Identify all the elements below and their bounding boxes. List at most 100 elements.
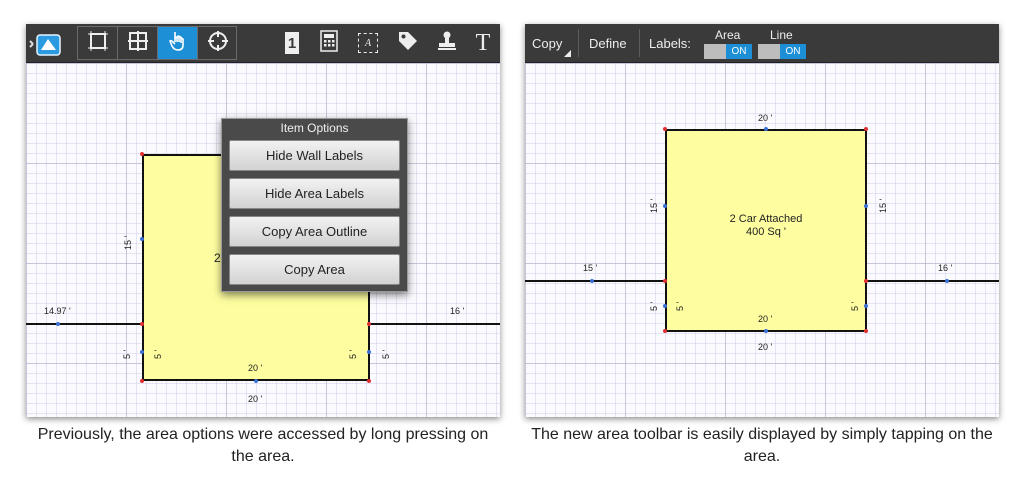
stamp-icon bbox=[436, 30, 458, 57]
midpoint-handle[interactable] bbox=[764, 127, 768, 131]
number-button[interactable]: 1 bbox=[280, 30, 304, 56]
corner-handle[interactable] bbox=[367, 379, 371, 383]
dimension-label: 5 ' bbox=[153, 349, 163, 359]
midpoint-handle[interactable] bbox=[140, 350, 144, 354]
dimension-label: 5 ' bbox=[348, 349, 358, 359]
hand-pointer-icon bbox=[167, 29, 189, 58]
corner-handle[interactable] bbox=[140, 379, 144, 383]
dimension-label: 15 ' bbox=[878, 198, 888, 213]
corner-handle[interactable] bbox=[140, 152, 144, 156]
dimension-label: 20 ' bbox=[758, 113, 773, 123]
dimension-label: 5 ' bbox=[649, 301, 659, 311]
dimension-label: 15 ' bbox=[583, 263, 598, 273]
right-wall-line bbox=[369, 323, 500, 325]
stamp-button[interactable] bbox=[434, 30, 460, 56]
midpoint-handle[interactable] bbox=[864, 304, 868, 308]
dimension-label: 20 ' bbox=[248, 394, 263, 404]
right-floor-plan-canvas[interactable]: 20 ' 15 ' 15 ' 15 ' 16 ' 5 ' 5 ' 5 ' 20 … bbox=[525, 63, 999, 417]
copy-dropdown-icon bbox=[564, 50, 571, 57]
number-one-glyph: 1 bbox=[287, 34, 297, 52]
text-tool-icon: T bbox=[475, 29, 491, 56]
dimension-label: 5 ' bbox=[675, 301, 685, 311]
dimension-label: 20 ' bbox=[248, 363, 263, 373]
text-box-button[interactable]: A bbox=[356, 30, 380, 56]
right-caption: The new area toolbar is easily displayed… bbox=[531, 426, 993, 465]
tag-icon bbox=[397, 30, 419, 57]
toolbar-separator bbox=[639, 29, 640, 57]
text-tool-button[interactable]: T bbox=[472, 28, 494, 58]
labels-label: Labels: bbox=[649, 36, 691, 51]
line-toggle-label: Line bbox=[770, 28, 793, 42]
text-box-glyph: A bbox=[364, 37, 372, 49]
corner-handle[interactable] bbox=[663, 279, 667, 283]
left-floor-plan-canvas[interactable]: 14.97 ' 16 ' 15 ' 5 ' 5 ' 5 ' 5 ' 20 ' 2… bbox=[26, 63, 500, 417]
number-one-icon: 1 bbox=[285, 32, 299, 54]
grid-tool-button[interactable] bbox=[118, 27, 158, 59]
dimension-label: 15 ' bbox=[123, 235, 133, 250]
calculator-button[interactable] bbox=[317, 29, 341, 57]
corner-handle[interactable] bbox=[864, 127, 868, 131]
tag-button[interactable] bbox=[395, 30, 421, 56]
app-icon[interactable] bbox=[28, 29, 64, 59]
left-screenshot-panel: 1 A T 14.97 ' 16 ' 15 ' 5 ' 5 ' 5 ' 5 ' … bbox=[26, 24, 500, 417]
corner-handle[interactable] bbox=[367, 322, 371, 326]
midpoint-handle[interactable] bbox=[56, 322, 60, 326]
hide-area-labels-button[interactable]: Hide Area Labels bbox=[229, 178, 400, 209]
grid-tool-icon bbox=[127, 30, 149, 57]
midpoint-handle[interactable] bbox=[764, 329, 768, 333]
midpoint-handle[interactable] bbox=[945, 279, 949, 283]
room-name: 2 Car Attached bbox=[729, 213, 803, 225]
copy-button[interactable]: Copy bbox=[532, 36, 562, 51]
area-toolbar: Copy Define Labels: Area ON Line ON bbox=[525, 24, 999, 63]
left-toolbar: 1 A T bbox=[26, 24, 500, 63]
dimension-label: 5 ' bbox=[122, 349, 132, 359]
dimension-label: 20 ' bbox=[758, 314, 773, 324]
area-toggle-label: Area bbox=[715, 28, 741, 42]
menu-title: Item Options bbox=[280, 121, 349, 135]
midpoint-handle[interactable] bbox=[663, 304, 667, 308]
toggle-on-side: ON bbox=[780, 44, 806, 59]
copy-area-outline-button[interactable]: Copy Area Outline bbox=[229, 216, 400, 247]
dimension-label: 16 ' bbox=[938, 263, 953, 273]
corner-handle[interactable] bbox=[864, 329, 868, 333]
midpoint-handle[interactable] bbox=[254, 379, 258, 383]
crosshair-tool-button[interactable] bbox=[198, 27, 238, 59]
toggle-off-side bbox=[704, 44, 726, 59]
room-label: 2 Car Attached 400 Sq ' bbox=[695, 213, 837, 239]
area-tool-button[interactable] bbox=[78, 27, 118, 59]
item-options-menu: Item Options Hide Wall Labels Hide Area … bbox=[221, 118, 408, 292]
tool-group bbox=[77, 26, 237, 60]
corner-handle[interactable] bbox=[140, 322, 144, 326]
dimension-label: 20 ' bbox=[758, 342, 773, 352]
corner-handle[interactable] bbox=[663, 329, 667, 333]
corner-handle[interactable] bbox=[864, 279, 868, 283]
midpoint-handle[interactable] bbox=[590, 279, 594, 283]
dimension-label: 5 ' bbox=[381, 349, 391, 359]
text-box-icon: A bbox=[358, 33, 378, 53]
dimension-label: 16 ' bbox=[450, 306, 465, 316]
left-caption: Previously, the area options were access… bbox=[37, 426, 489, 465]
dimension-label: 5 ' bbox=[850, 301, 860, 311]
midpoint-handle[interactable] bbox=[140, 237, 144, 241]
corner-handle[interactable] bbox=[663, 127, 667, 131]
toggle-off-side bbox=[758, 44, 780, 59]
define-button[interactable]: Define bbox=[589, 36, 627, 51]
area-label-toggle[interactable]: ON bbox=[704, 44, 752, 59]
room-area: 400 Sq ' bbox=[745, 226, 787, 238]
right-screenshot-panel: Copy Define Labels: Area ON Line ON 20 '… bbox=[525, 24, 999, 417]
midpoint-handle[interactable] bbox=[864, 204, 868, 208]
left-wall-line bbox=[26, 323, 144, 325]
toggle-on-side: ON bbox=[726, 44, 752, 59]
hand-tool-button[interactable] bbox=[158, 27, 198, 59]
line-label-toggle[interactable]: ON bbox=[758, 44, 806, 59]
hide-wall-labels-button[interactable]: Hide Wall Labels bbox=[229, 140, 400, 171]
calculator-icon bbox=[320, 29, 338, 57]
toolbar-separator bbox=[578, 29, 579, 57]
dimension-label: 14.97 ' bbox=[44, 306, 71, 316]
area-label-fragment: 2 bbox=[214, 251, 221, 265]
midpoint-handle[interactable] bbox=[367, 350, 371, 354]
dimension-label: 15 ' bbox=[649, 198, 659, 213]
midpoint-handle[interactable] bbox=[663, 204, 667, 208]
area-tool-icon bbox=[87, 30, 109, 57]
copy-area-button[interactable]: Copy Area bbox=[229, 254, 400, 285]
